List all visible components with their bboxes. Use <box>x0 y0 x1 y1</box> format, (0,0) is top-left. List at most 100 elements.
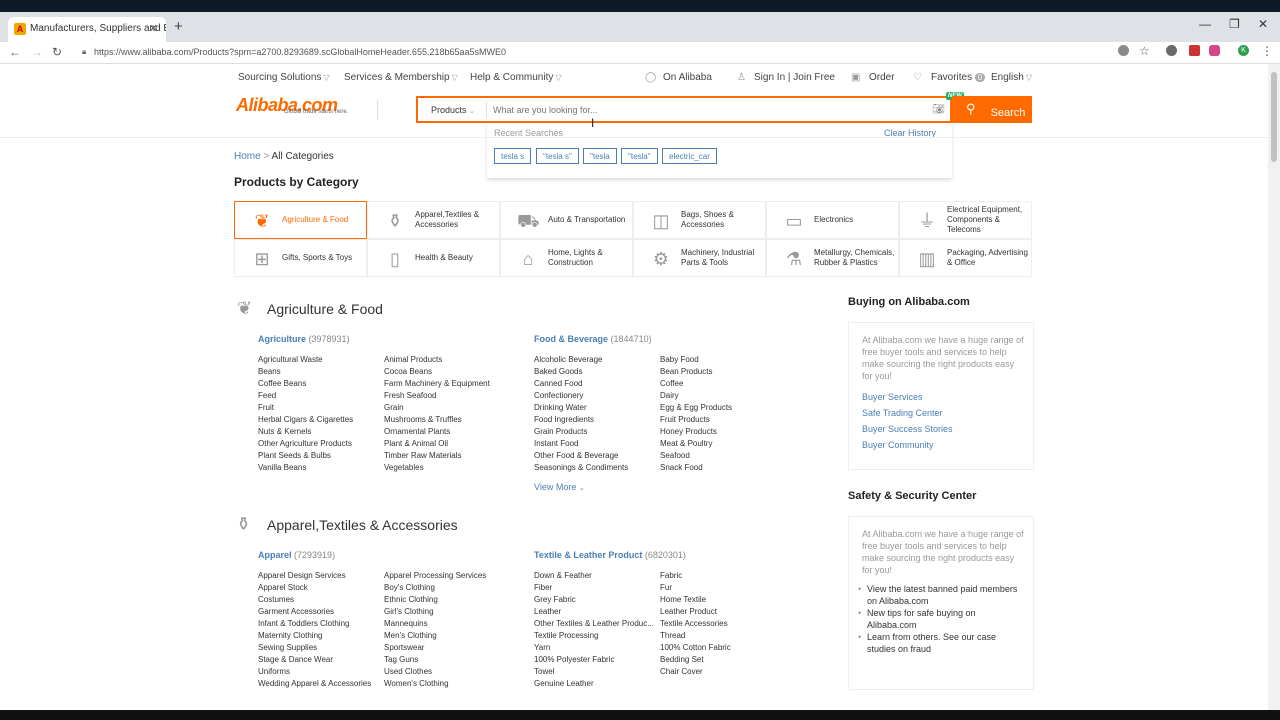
subcategory-link[interactable]: Animal Products <box>384 354 490 366</box>
language-selector[interactable]: English ▽ <box>991 72 1032 83</box>
recent-search-chip[interactable]: tesla s <box>494 148 532 164</box>
category-metallurgy[interactable]: ⚗ Metallurgy, Chemicals, Rubber & Plastic… <box>766 239 899 277</box>
subcategory-link[interactable]: Honey Products <box>660 426 732 438</box>
subcategory-link[interactable]: Other Agriculture Products <box>258 438 353 450</box>
reload-icon[interactable]: ↻ <box>52 45 62 59</box>
subcategory-link[interactable]: Fiber <box>534 582 654 594</box>
subcategory-link[interactable]: Grain <box>384 402 490 414</box>
subcategory-link[interactable]: 100% Cotton Fabric <box>660 642 731 654</box>
subcategory-link[interactable]: Men's Clothing <box>384 630 486 642</box>
category-machinery[interactable]: ⚙ Machinery, Industrial Parts & Tools <box>633 239 766 277</box>
recent-search-chip[interactable]: "tesla <box>583 148 617 164</box>
nav-sourcing-solutions[interactable]: Sourcing Solutions ▽ <box>238 72 330 83</box>
subcategory-link[interactable]: Garment Accessories <box>258 606 371 618</box>
subcategory-link[interactable]: Maternity Clothing <box>258 630 371 642</box>
subcategory-link[interactable]: Food Ingredients <box>534 414 628 426</box>
subcategory-link[interactable]: Mannequins <box>384 618 486 630</box>
sign-in-link[interactable]: Sign In | Join Free <box>754 72 835 83</box>
camera-icon[interactable]: 📷︎ <box>932 104 945 115</box>
subcategory-link[interactable]: Canned Food <box>534 378 628 390</box>
recent-search-chip[interactable]: electric_car <box>662 148 717 164</box>
recent-search-chip[interactable]: "tesla" <box>621 148 658 164</box>
subcategory-link[interactable]: Vanilla Beans <box>258 462 353 474</box>
subcategory-link[interactable]: Nuts & Kernels <box>258 426 353 438</box>
back-icon[interactable]: ← <box>9 45 21 59</box>
subcategory-link[interactable]: Down & Feather <box>534 570 654 582</box>
subcategory-link[interactable]: Leather Product <box>660 606 731 618</box>
subcategory-link[interactable]: Drinking Water <box>534 402 628 414</box>
profile-avatar[interactable]: K <box>1238 45 1249 56</box>
subcategory-link[interactable]: Leather <box>534 606 654 618</box>
recent-search-chip[interactable]: "tesla s" <box>536 148 579 164</box>
subcategory-link[interactable]: Women's Clothing <box>384 678 486 690</box>
category-electronics[interactable]: ▭ Electronics <box>766 201 899 239</box>
category-apparel[interactable]: ⚱ Apparel,Textiles & Accessories <box>367 201 500 239</box>
category-gifts-sports[interactable]: ⊞ Gifts, Sports & Toys <box>234 239 367 277</box>
subcategory-link[interactable]: 100% Polyester Fabric <box>534 654 654 666</box>
subcategory-link[interactable]: Other Food & Beverage <box>534 450 628 462</box>
subcategory-heading[interactable]: Agriculture (3978931) <box>258 334 350 344</box>
subcategory-link[interactable]: Home Textile <box>660 594 731 606</box>
nav-services-membership[interactable]: Services & Membership ▽ <box>344 72 458 83</box>
order-link[interactable]: Order <box>869 72 895 83</box>
scrollbar-thumb[interactable] <box>1271 72 1277 162</box>
subcategory-link[interactable]: Yarn <box>534 642 654 654</box>
subcategory-link[interactable]: Timber Raw Materials <box>384 450 490 462</box>
subcategory-link[interactable]: Textile Accessories <box>660 618 731 630</box>
subcategory-link[interactable]: Meat & Poultry <box>660 438 732 450</box>
subcategory-link[interactable]: Egg & Egg Products <box>660 402 732 414</box>
subcategory-link[interactable]: Grey Fabric <box>534 594 654 606</box>
subcategory-link[interactable]: Fresh Seafood <box>384 390 490 402</box>
subcategory-link[interactable]: Fruit Products <box>660 414 732 426</box>
extension-icon[interactable] <box>1166 45 1177 56</box>
subcategory-link[interactable]: Boy's Clothing <box>384 582 486 594</box>
subcategory-link[interactable]: Chair Cover <box>660 666 731 678</box>
category-electrical[interactable]: ⏚ Electrical Equipment, Components & Tele… <box>899 201 1032 239</box>
subcategory-link[interactable]: Fruit <box>258 402 353 414</box>
url-field[interactable]: 🔒︎ https://www.alibaba.com/Products?spm=… <box>82 44 1102 61</box>
subcategory-link[interactable]: Ethnic Clothing <box>384 594 486 606</box>
subcategory-link[interactable]: Mushrooms & Truffles <box>384 414 490 426</box>
safety-bullet[interactable]: New tips for safe buying on Alibaba.com <box>858 607 1022 631</box>
subcategory-link[interactable]: Herbal Cigars & Cigarettes <box>258 414 353 426</box>
subcategory-heading[interactable]: Apparel (7293919) <box>258 550 335 560</box>
subcategory-link[interactable]: Wedding Apparel & Accessories <box>258 678 371 690</box>
subcategory-link[interactable]: Infant & Toddlers Clothing <box>258 618 371 630</box>
subcategory-link[interactable]: Fabric <box>660 570 731 582</box>
subcategory-link[interactable]: Vegetables <box>384 462 490 474</box>
subcategory-link[interactable]: Other Textiles & Leather Produc... <box>534 618 654 630</box>
search-input[interactable] <box>493 101 933 119</box>
buyer-success-link[interactable]: Buyer Success Stories <box>862 424 953 434</box>
category-agriculture-food[interactable]: ❦ Agriculture & Food <box>234 201 367 239</box>
minimize-icon[interactable]: — <box>1199 17 1211 31</box>
subcategory-link[interactable]: Textile Processing <box>534 630 654 642</box>
close-window-icon[interactable]: ✕ <box>1258 17 1268 31</box>
category-home-lights[interactable]: ⌂ Home, Lights & Construction <box>500 239 633 277</box>
subcategory-link[interactable]: Bean Products <box>660 366 732 378</box>
subcategory-link[interactable]: Tag Guns <box>384 654 486 666</box>
subcategory-link[interactable]: Baby Food <box>660 354 732 366</box>
menu-icon[interactable]: ⋮ <box>1261 44 1273 58</box>
view-more-link[interactable]: View More ⌄ <box>534 482 585 492</box>
subcategory-link[interactable]: Beans <box>258 366 353 378</box>
subcategory-link[interactable]: Genuine Leather <box>534 678 654 690</box>
subcategory-link[interactable]: Plant & Animal Oil <box>384 438 490 450</box>
subcategory-heading[interactable]: Textile & Leather Product (6820301) <box>534 550 686 560</box>
breadcrumb-home[interactable]: Home <box>234 151 261 162</box>
subcategory-link[interactable]: Apparel Design Services <box>258 570 371 582</box>
subcategory-link[interactable]: Plant Seeds & Bulbs <box>258 450 353 462</box>
category-health-beauty[interactable]: ▯ Health & Beauty <box>367 239 500 277</box>
subcategory-link[interactable]: Uniforms <box>258 666 371 678</box>
category-auto[interactable]: ⛟ Auto & Transportation <box>500 201 633 239</box>
instagram-extension-icon[interactable] <box>1209 45 1220 56</box>
new-tab-icon[interactable]: + <box>174 18 183 35</box>
forward-icon[interactable]: → <box>31 45 43 59</box>
nav-help-community[interactable]: Help & Community ▽ <box>470 72 562 83</box>
subcategory-link[interactable]: Cocoa Beans <box>384 366 490 378</box>
subcategory-link[interactable]: Snack Food <box>660 462 732 474</box>
buyer-community-link[interactable]: Buyer Community <box>862 440 934 450</box>
category-packaging[interactable]: ▥ Packaging, Advertising & Office <box>899 239 1032 277</box>
subcategory-link[interactable]: Coffee Beans <box>258 378 353 390</box>
subcategory-link[interactable]: Apparel Stock <box>258 582 371 594</box>
category-bags-shoes[interactable]: ◫ Bags, Shoes & Accessories <box>633 201 766 239</box>
